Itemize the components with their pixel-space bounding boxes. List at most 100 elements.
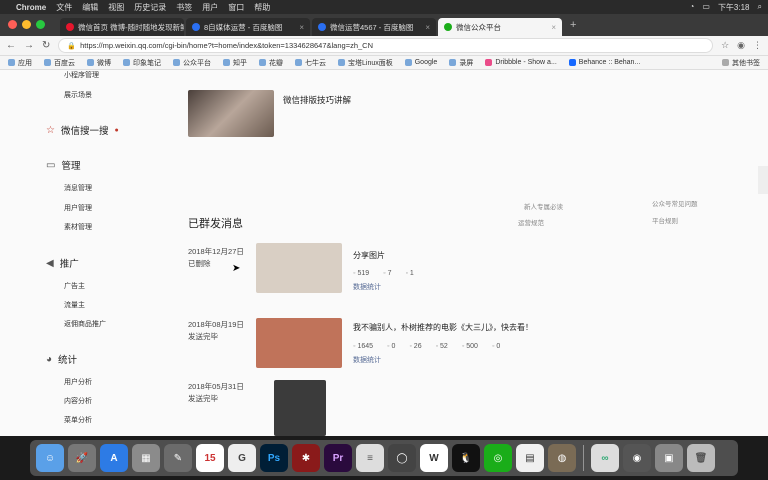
- quicktime-icon[interactable]: ◯: [388, 444, 416, 472]
- menu-item-bookmarks[interactable]: 书签: [176, 2, 192, 13]
- bookmark-google[interactable]: Google: [404, 59, 437, 66]
- message-thumbnail[interactable]: [256, 243, 342, 293]
- sidebar-item-mini-program[interactable]: 小程序管理: [64, 70, 99, 80]
- sidebar-item-scenes[interactable]: 展示场景: [64, 90, 92, 100]
- sidebar-item-materials[interactable]: 素材管理: [64, 222, 92, 232]
- sidebar-item-users[interactable]: 用户管理: [64, 203, 92, 213]
- notes-icon[interactable]: ▤: [516, 444, 544, 472]
- menu-item-history[interactable]: 历史记录: [134, 2, 166, 13]
- bookmark-apps[interactable]: 应用: [8, 58, 32, 68]
- zoom-window-button[interactable]: [36, 20, 45, 29]
- message-status: 发送完毕: [188, 332, 218, 341]
- spotlight-icon[interactable]: ⌕: [758, 2, 762, 13]
- help-link[interactable]: 新人专属必读: [524, 201, 563, 211]
- bookmark-huaban[interactable]: 花瓣: [259, 58, 283, 68]
- banner-thumbnail[interactable]: [188, 90, 274, 137]
- reload-icon[interactable]: ↻: [42, 40, 50, 51]
- bookmark-other-folder[interactable]: 其他书签: [722, 58, 760, 68]
- bookmark-evernote[interactable]: 印象笔记: [123, 58, 161, 68]
- menu-item-view[interactable]: 视图: [108, 2, 124, 13]
- sidebar-section-stats[interactable]: ◕ 统计: [46, 352, 77, 367]
- side-help-tab[interactable]: [758, 166, 768, 194]
- screenflow-icon[interactable]: ✱: [292, 444, 320, 472]
- baidu-favicon-icon: [318, 23, 326, 31]
- downloads-stack-icon[interactable]: ▣: [655, 444, 683, 472]
- close-window-button[interactable]: [8, 20, 17, 29]
- message-thumbnail[interactable]: [274, 380, 326, 436]
- sidebar-item-menu-analysis[interactable]: 菜单分析: [64, 415, 92, 425]
- message-status: 发送完毕: [188, 394, 218, 403]
- sidebar-item-traffic-owner[interactable]: 流量主: [64, 300, 85, 310]
- menubar-clock[interactable]: 下午3:18: [718, 2, 750, 13]
- message-title[interactable]: 分享图片: [353, 250, 385, 261]
- menu-item-window[interactable]: 窗口: [228, 2, 244, 13]
- browser-tab-mindmap-1[interactable]: 8自媒体运营 - 百度脑图 ×: [186, 18, 310, 36]
- battery-icon[interactable]: ▭: [702, 2, 710, 13]
- baidu-netdisk-icon[interactable]: ∞: [591, 444, 619, 472]
- close-tab-icon[interactable]: ×: [551, 23, 556, 32]
- browser-tab-wechat-mp[interactable]: 微信公众平台 ×: [438, 18, 562, 36]
- preview-icon[interactable]: ▦: [132, 444, 160, 472]
- finger-app-icon[interactable]: ◍: [548, 444, 576, 472]
- bookmark-dribbble[interactable]: Dribbble - Show a...: [485, 59, 557, 66]
- sidebar-section-manage[interactable]: ▭ 管理: [46, 158, 80, 173]
- chrome-menu-icon[interactable]: ⋮: [753, 40, 762, 51]
- bookmark-bt[interactable]: 宝塔Linux面板: [338, 58, 393, 68]
- bookmark-mp[interactable]: 公众平台: [173, 58, 211, 68]
- browser-tab-mindmap-2[interactable]: 微信运营4567 - 百度脑图 ×: [312, 18, 436, 36]
- sidebar-item-commission[interactable]: 返佣商品推广: [64, 319, 106, 329]
- minimize-window-button[interactable]: [22, 20, 31, 29]
- wechat-icon[interactable]: ◎: [484, 444, 512, 472]
- active-app-name[interactable]: Chrome: [16, 3, 46, 12]
- sidebar-item-content-analysis[interactable]: 内容分析: [64, 396, 92, 406]
- bookmark-favicon-icon: [404, 59, 412, 66]
- pencil-app-icon[interactable]: ✎: [164, 444, 192, 472]
- sidebar-section-promote[interactable]: ◀ 推广: [46, 256, 79, 271]
- menu-item-help[interactable]: 帮助: [254, 2, 270, 13]
- wifi-icon[interactable]: ◔: [690, 2, 695, 13]
- message-date: 2018年05月31日: [188, 382, 244, 391]
- message-thumbnail[interactable]: [256, 318, 342, 368]
- new-tab-button[interactable]: +: [564, 19, 582, 31]
- menu-item-people[interactable]: 用户: [202, 2, 218, 13]
- photoshop-icon[interactable]: Ps: [260, 444, 288, 472]
- finder-icon[interactable]: ☺: [36, 444, 64, 472]
- launchpad-icon[interactable]: 🚀: [68, 444, 96, 472]
- banner-title[interactable]: 微信排版技巧讲解: [283, 94, 351, 106]
- bookmark-zhihu[interactable]: 知乎: [223, 58, 247, 68]
- data-stats-link[interactable]: 数据统计: [353, 355, 381, 365]
- wps-icon[interactable]: W: [420, 444, 448, 472]
- bookmark-qiniu[interactable]: 七牛云: [295, 58, 326, 68]
- browser-tab-weibo[interactable]: 微信首页 微博-随时随地发现新鲜 ×: [60, 18, 184, 36]
- help-link[interactable]: 运营规范: [518, 217, 544, 227]
- sidebar-item-advertiser[interactable]: 广告主: [64, 281, 85, 291]
- qq-icon[interactable]: 🐧: [452, 444, 480, 472]
- close-tab-icon[interactable]: ×: [299, 23, 304, 32]
- chrome-icon[interactable]: ◉: [623, 444, 651, 472]
- menu-item-file[interactable]: 文件: [56, 2, 72, 13]
- close-tab-icon[interactable]: ×: [425, 23, 430, 32]
- forward-icon[interactable]: →: [24, 40, 34, 51]
- menu-item-edit[interactable]: 编辑: [82, 2, 98, 13]
- bookmark-star-icon[interactable]: ☆: [721, 40, 729, 51]
- textedit-icon[interactable]: ≡: [356, 444, 384, 472]
- sidebar-item-user-analysis[interactable]: 用户分析: [64, 377, 92, 387]
- message-title[interactable]: 我不骗别人，朴树推荐的电影《大三儿》，快去看！: [353, 322, 533, 333]
- calendar-icon[interactable]: 15: [196, 444, 224, 472]
- bookmark-behance[interactable]: Behance :: Behan...: [568, 59, 640, 66]
- address-bar[interactable]: 🔒 https://mp.weixin.qq.com/cgi-bin/home?…: [58, 38, 714, 53]
- app-store-icon[interactable]: A: [100, 444, 128, 472]
- premiere-icon[interactable]: Pr: [324, 444, 352, 472]
- data-stats-link[interactable]: 数据统计: [353, 282, 381, 292]
- bookmark-weibo[interactable]: 微博: [87, 58, 111, 68]
- bookmark-baiduyun[interactable]: 百度云: [44, 58, 75, 68]
- sidebar-section-search[interactable]: ☆ 微信搜一搜 ●: [46, 123, 119, 138]
- grapher-icon[interactable]: G: [228, 444, 256, 472]
- help-link[interactable]: 平台规则: [652, 215, 678, 225]
- help-link[interactable]: 公众号常见问题: [652, 198, 698, 208]
- sidebar-item-messages[interactable]: 消息管理: [64, 183, 92, 193]
- bookmark-recording[interactable]: 录屏: [449, 58, 473, 68]
- back-icon[interactable]: ←: [6, 40, 16, 51]
- extension-icon[interactable]: ◉: [737, 40, 745, 51]
- trash-icon[interactable]: 🗑: [687, 444, 715, 472]
